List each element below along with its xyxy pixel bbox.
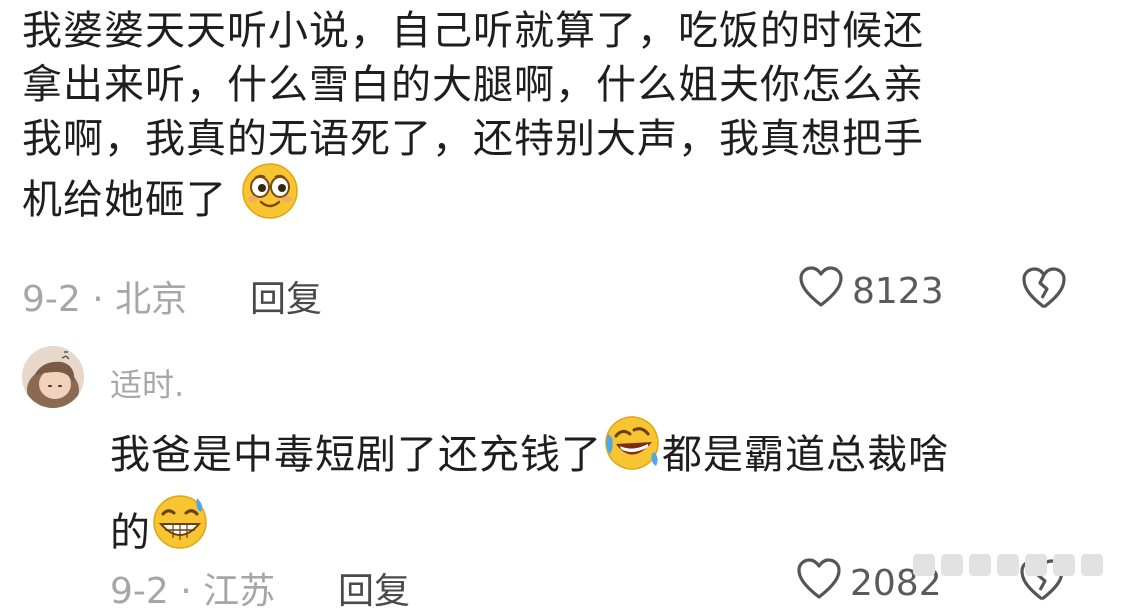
smiling-face-emoji-icon	[241, 162, 299, 234]
like-button[interactable]: 8123	[798, 266, 944, 317]
reply-button[interactable]: 回复	[250, 270, 322, 322]
comment-line: 我婆婆天天听小说，自己听就算了，吃饭的时候还	[22, 8, 924, 54]
comment-line: 机给她砸了	[22, 163, 1102, 238]
heart-outline-icon	[798, 266, 844, 317]
reply-text-segment: 都是霸道总裁啥	[662, 432, 949, 478]
reply-line: 我爸是中毒短剧了还充钱了 都是霸道总裁啥	[110, 416, 1110, 496]
reply-text-segment: 我爸是中毒短剧了还充钱了	[110, 432, 602, 478]
heart-outline-icon	[796, 558, 842, 609]
avatar[interactable]	[22, 346, 84, 408]
comment-line: 拿出来听，什么雪白的大腿啊，什么姐夫你怎么亲	[22, 62, 924, 108]
like-count: 8123	[852, 271, 944, 312]
reply-text-segment: 的	[110, 510, 151, 556]
broken-heart-icon[interactable]	[1020, 266, 1068, 319]
comment-item: 我婆婆天天听小说，自己听就算了，吃饭的时候还 拿出来听，什么雪白的大腿啊，什么姐…	[22, 4, 1102, 320]
comment-line-text: 机给她砸了	[22, 177, 227, 223]
reply-author-name[interactable]: 适时.	[110, 360, 184, 406]
comment-meta: 9-2 · 北京 回复 8123	[22, 266, 1102, 320]
watermark-logo	[913, 550, 1113, 580]
reply-date-location: 9-2 · 江苏	[110, 571, 276, 612]
comment-line: 我啊，我真的无语死了，还特别大声，我真想把手	[22, 116, 924, 162]
reply-button[interactable]: 回复	[338, 562, 410, 614]
comment-text: 我婆婆天天听小说，自己听就算了，吃饭的时候还 拿出来听，什么雪白的大腿啊，什么姐…	[22, 4, 1102, 238]
comment-date-location: 9-2 · 北京	[22, 279, 188, 320]
rolling-laughing-emoji-icon	[602, 414, 662, 492]
